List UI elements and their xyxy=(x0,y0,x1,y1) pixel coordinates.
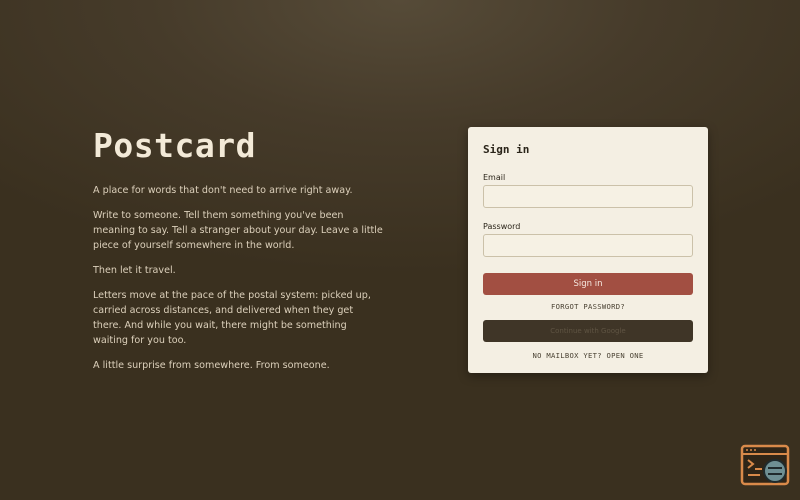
terminal-icon[interactable] xyxy=(740,444,792,488)
signin-card: Sign in Email Password Sign in FORGOT PA… xyxy=(468,127,708,373)
intro-section: Postcard A place for words that don't ne… xyxy=(93,126,383,383)
forgot-password-link[interactable]: FORGOT PASSWORD? xyxy=(483,302,693,311)
signin-title: Sign in xyxy=(483,143,530,156)
brand-title: Postcard xyxy=(93,126,256,165)
intro-paragraph: A little surprise from somewhere. From s… xyxy=(93,359,330,371)
open-mailbox-link[interactable]: NO MAILBOX YET? OPEN ONE xyxy=(483,351,693,360)
signin-button[interactable]: Sign in xyxy=(483,273,693,295)
password-label: Password xyxy=(483,222,521,231)
intro-paragraph: Write to someone. Tell them something yo… xyxy=(93,209,383,251)
intro-paragraph: Letters move at the pace of the postal s… xyxy=(93,289,371,346)
email-label: Email xyxy=(483,173,506,182)
google-signin-button[interactable]: Continue with Google xyxy=(483,320,693,342)
intro-paragraph: Then let it travel. xyxy=(93,264,176,276)
password-field[interactable] xyxy=(483,234,693,257)
email-field[interactable] xyxy=(483,185,693,208)
intro-paragraph: A place for words that don't need to arr… xyxy=(93,184,353,196)
